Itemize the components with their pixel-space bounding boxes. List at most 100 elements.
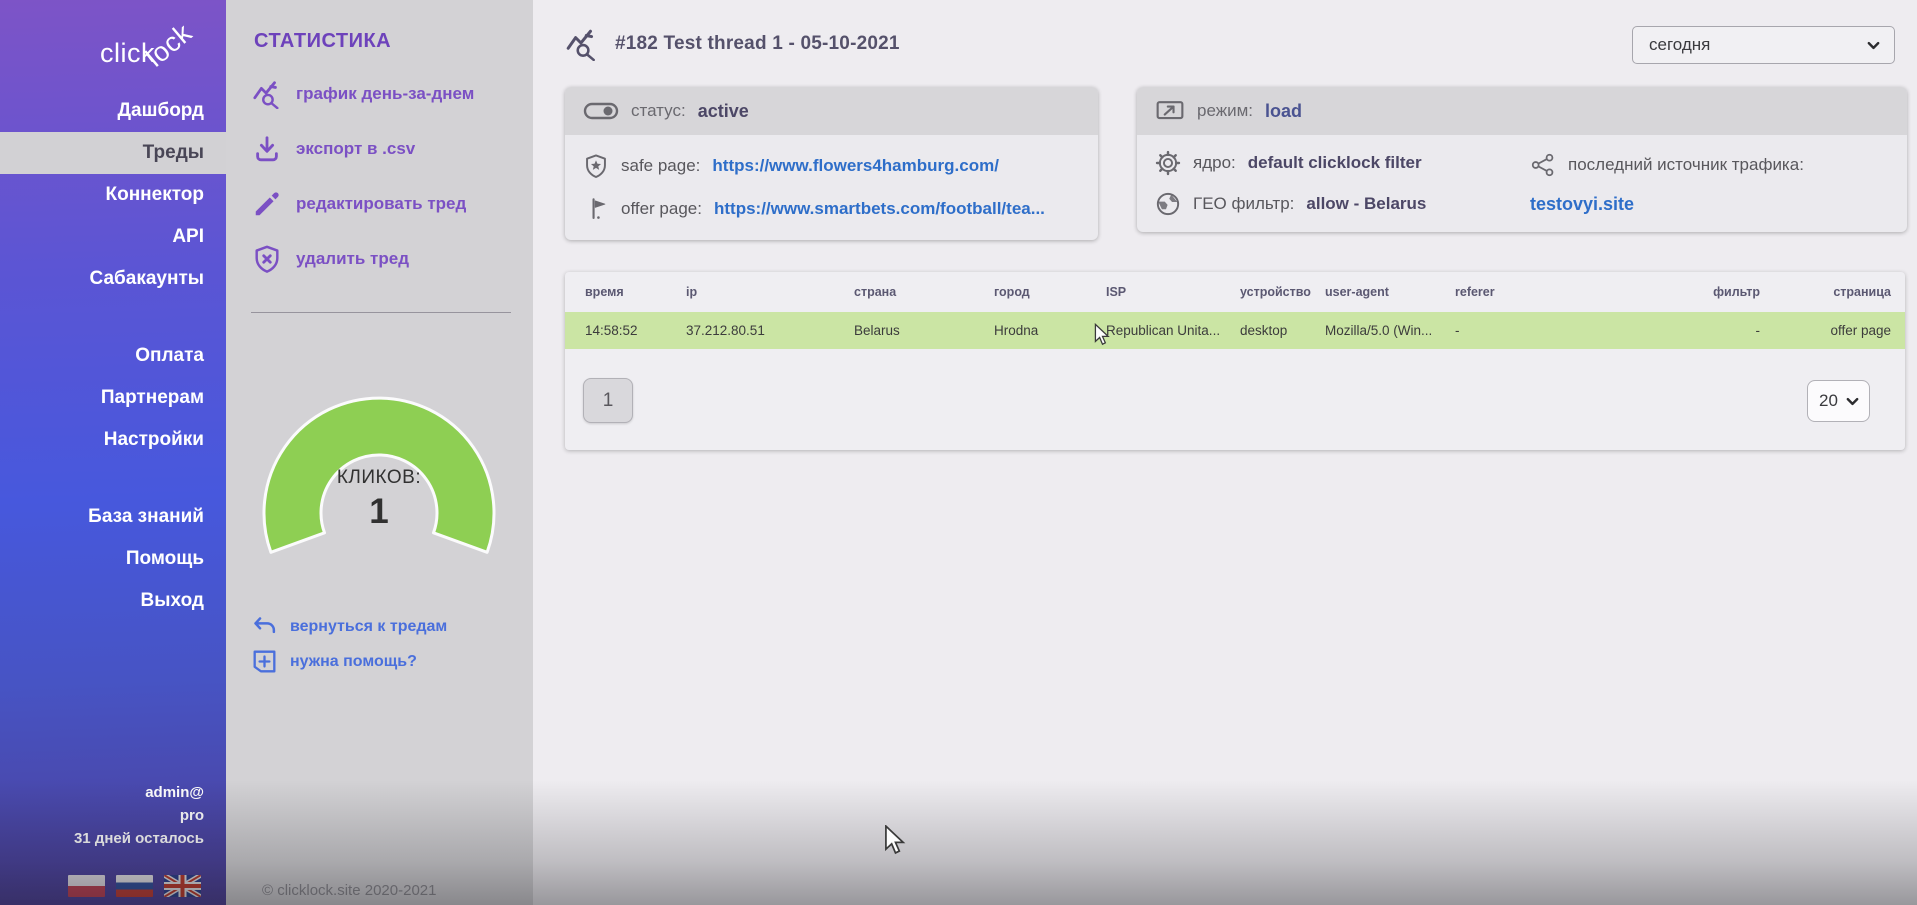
action-label: экспорт в .csv [296, 139, 415, 159]
toggle-icon [583, 101, 619, 121]
share-icon [1530, 152, 1556, 178]
language-switcher [68, 875, 201, 897]
geo-filter-row: ГЕО фильтр: allow - Belarus [1155, 191, 1530, 217]
cell-country: Belarus [854, 311, 994, 351]
app: click lock Дашборд Треды Коннектор API С… [0, 0, 1917, 905]
back-to-threads-link[interactable]: вернуться к тредам [252, 614, 447, 639]
core-label: ядро: [1193, 153, 1236, 173]
stats-divider [251, 312, 511, 313]
column-header-filter[interactable]: фильтр [1640, 272, 1770, 311]
safe-page-label: safe page: [621, 156, 700, 176]
stats-panel: СТАТИСТИКА график день-за-днем экспорт в… [226, 0, 533, 905]
day-by-day-chart-button[interactable]: график день-за-днем [252, 79, 533, 109]
stats-links: вернуться к тредам нужна помощь? [252, 614, 447, 674]
download-icon [252, 134, 282, 164]
shield-star-icon [583, 153, 609, 179]
edit-thread-button[interactable]: редактировать тред [252, 189, 533, 219]
cell-city: Hrodna [994, 311, 1106, 351]
sidebar-nav: Дашборд Треды Коннектор API Сабакаунты О… [0, 90, 226, 622]
sidebar-item-payment[interactable]: Оплата [0, 335, 226, 377]
column-header-isp[interactable]: ISP [1106, 272, 1240, 311]
column-header-time[interactable]: время [565, 272, 686, 311]
sidebar-item-dashboard[interactable]: Дашборд [0, 90, 226, 132]
nav-divider-gap [0, 461, 226, 496]
clicks-table-card: время ip страна город ISP устройство use… [565, 272, 1905, 450]
globe-icon [1155, 191, 1181, 217]
sidebar-item-api[interactable]: API [0, 216, 226, 258]
sidebar-item-settings[interactable]: Настройки [0, 419, 226, 461]
chevron-down-icon [1845, 394, 1860, 409]
cell-referer: - [1455, 311, 1640, 351]
sidebar-item-subaccounts[interactable]: Сабакаунты [0, 258, 226, 300]
offer-page-label: offer page: [621, 199, 702, 219]
chevron-down-icon [1866, 38, 1881, 53]
page-size-select[interactable]: 20 [1807, 380, 1870, 422]
cell-device: desktop [1240, 311, 1325, 351]
action-label: удалить тред [296, 249, 409, 269]
account-days-left: 31 дней осталось [74, 827, 204, 850]
delete-thread-button[interactable]: удалить тред [252, 244, 533, 274]
sidebar-item-logout[interactable]: Выход [0, 580, 226, 622]
uk-flag-icon[interactable] [164, 875, 201, 897]
column-header-ip[interactable]: ip [686, 272, 854, 311]
plus-square-icon [252, 649, 277, 674]
nav-divider-gap [0, 300, 226, 335]
page-title-block: #182 Test thread 1 - 05-10-2021 [565, 27, 900, 61]
column-header-user-agent[interactable]: user-agent [1325, 272, 1455, 311]
sidebar-item-partners[interactable]: Партнерам [0, 377, 226, 419]
status-card: статус: active safe page: https://www.fl… [565, 87, 1098, 240]
pencil-icon [252, 189, 282, 219]
mode-card-left: ядро: default clicklock filter ГЕО фильт… [1155, 135, 1530, 232]
main-content: #182 Test thread 1 - 05-10-2021 сегодня … [533, 0, 1917, 905]
account-email: admin@ [74, 781, 204, 804]
need-help-link[interactable]: нужна помощь? [252, 649, 447, 674]
column-header-country[interactable]: страна [854, 272, 994, 311]
action-label: график день-за-днем [296, 84, 474, 104]
link-label: нужна помощь? [290, 653, 417, 671]
chart-search-icon [252, 79, 282, 109]
flag-icon [583, 196, 609, 222]
column-header-referer[interactable]: referer [1455, 272, 1640, 311]
geo-filter-value: allow - Belarus [1306, 194, 1426, 214]
safe-page-row: safe page: https://www.flowers4hamburg.c… [583, 153, 1080, 179]
traffic-source-link-row: testovyi.site [1530, 194, 1889, 215]
mode-card-right: последний источник трафика: testovyi.sit… [1530, 135, 1889, 232]
offer-page-link[interactable]: https://www.smartbets.com/football/tea..… [714, 199, 1045, 219]
mode-value: load [1265, 101, 1302, 122]
page-title: #182 Test thread 1 - 05-10-2021 [615, 33, 900, 55]
safe-page-link[interactable]: https://www.flowers4hamburg.com/ [712, 156, 999, 176]
mode-card-body: ядро: default clicklock filter ГЕО фильт… [1137, 135, 1907, 232]
sidebar-item-connector[interactable]: Коннектор [0, 174, 226, 216]
table-row[interactable]: 14:58:52 37.212.80.51 Belarus Hrodna Rep… [565, 311, 1905, 351]
period-select[interactable]: сегодня [1632, 26, 1895, 64]
core-value: default clicklock filter [1248, 153, 1422, 173]
sidebar-item-threads[interactable]: Треды [0, 132, 226, 174]
action-label: редактировать тред [296, 194, 466, 214]
export-csv-button[interactable]: экспорт в .csv [252, 134, 533, 164]
russia-flag-icon[interactable] [116, 875, 153, 897]
mode-label: режим: [1197, 101, 1253, 121]
traffic-source-link[interactable]: testovyi.site [1530, 194, 1634, 215]
copyright: © clicklock.site 2020-2021 [262, 882, 436, 899]
cell-isp: Republican Unita... [1106, 311, 1240, 351]
cell-time: 14:58:52 [565, 311, 686, 351]
sidebar-item-help[interactable]: Помощь [0, 538, 226, 580]
gauge-label: КЛИКОВ: [254, 467, 504, 489]
shield-x-icon [252, 244, 282, 274]
column-header-page[interactable]: страница [1770, 272, 1905, 311]
poland-flag-icon[interactable] [68, 875, 105, 897]
column-header-device[interactable]: устройство [1240, 272, 1325, 311]
status-card-body: safe page: https://www.flowers4hamburg.c… [565, 135, 1098, 240]
page-size-value: 20 [1819, 391, 1838, 411]
column-header-city[interactable]: город [994, 272, 1106, 311]
stats-title: СТАТИСТИКА [254, 30, 533, 53]
status-value: active [698, 101, 749, 122]
page-1-button[interactable]: 1 [583, 378, 633, 423]
core-row: ядро: default clicklock filter [1155, 150, 1530, 176]
clicks-table: время ip страна город ISP устройство use… [565, 272, 1905, 352]
screen-share-icon [1155, 99, 1185, 123]
sidebar-item-knowledge-base[interactable]: База знаний [0, 496, 226, 538]
mode-card-header: режим: load [1137, 87, 1907, 135]
gear-icon [1155, 150, 1181, 176]
app-logo[interactable]: click lock [0, 6, 226, 82]
